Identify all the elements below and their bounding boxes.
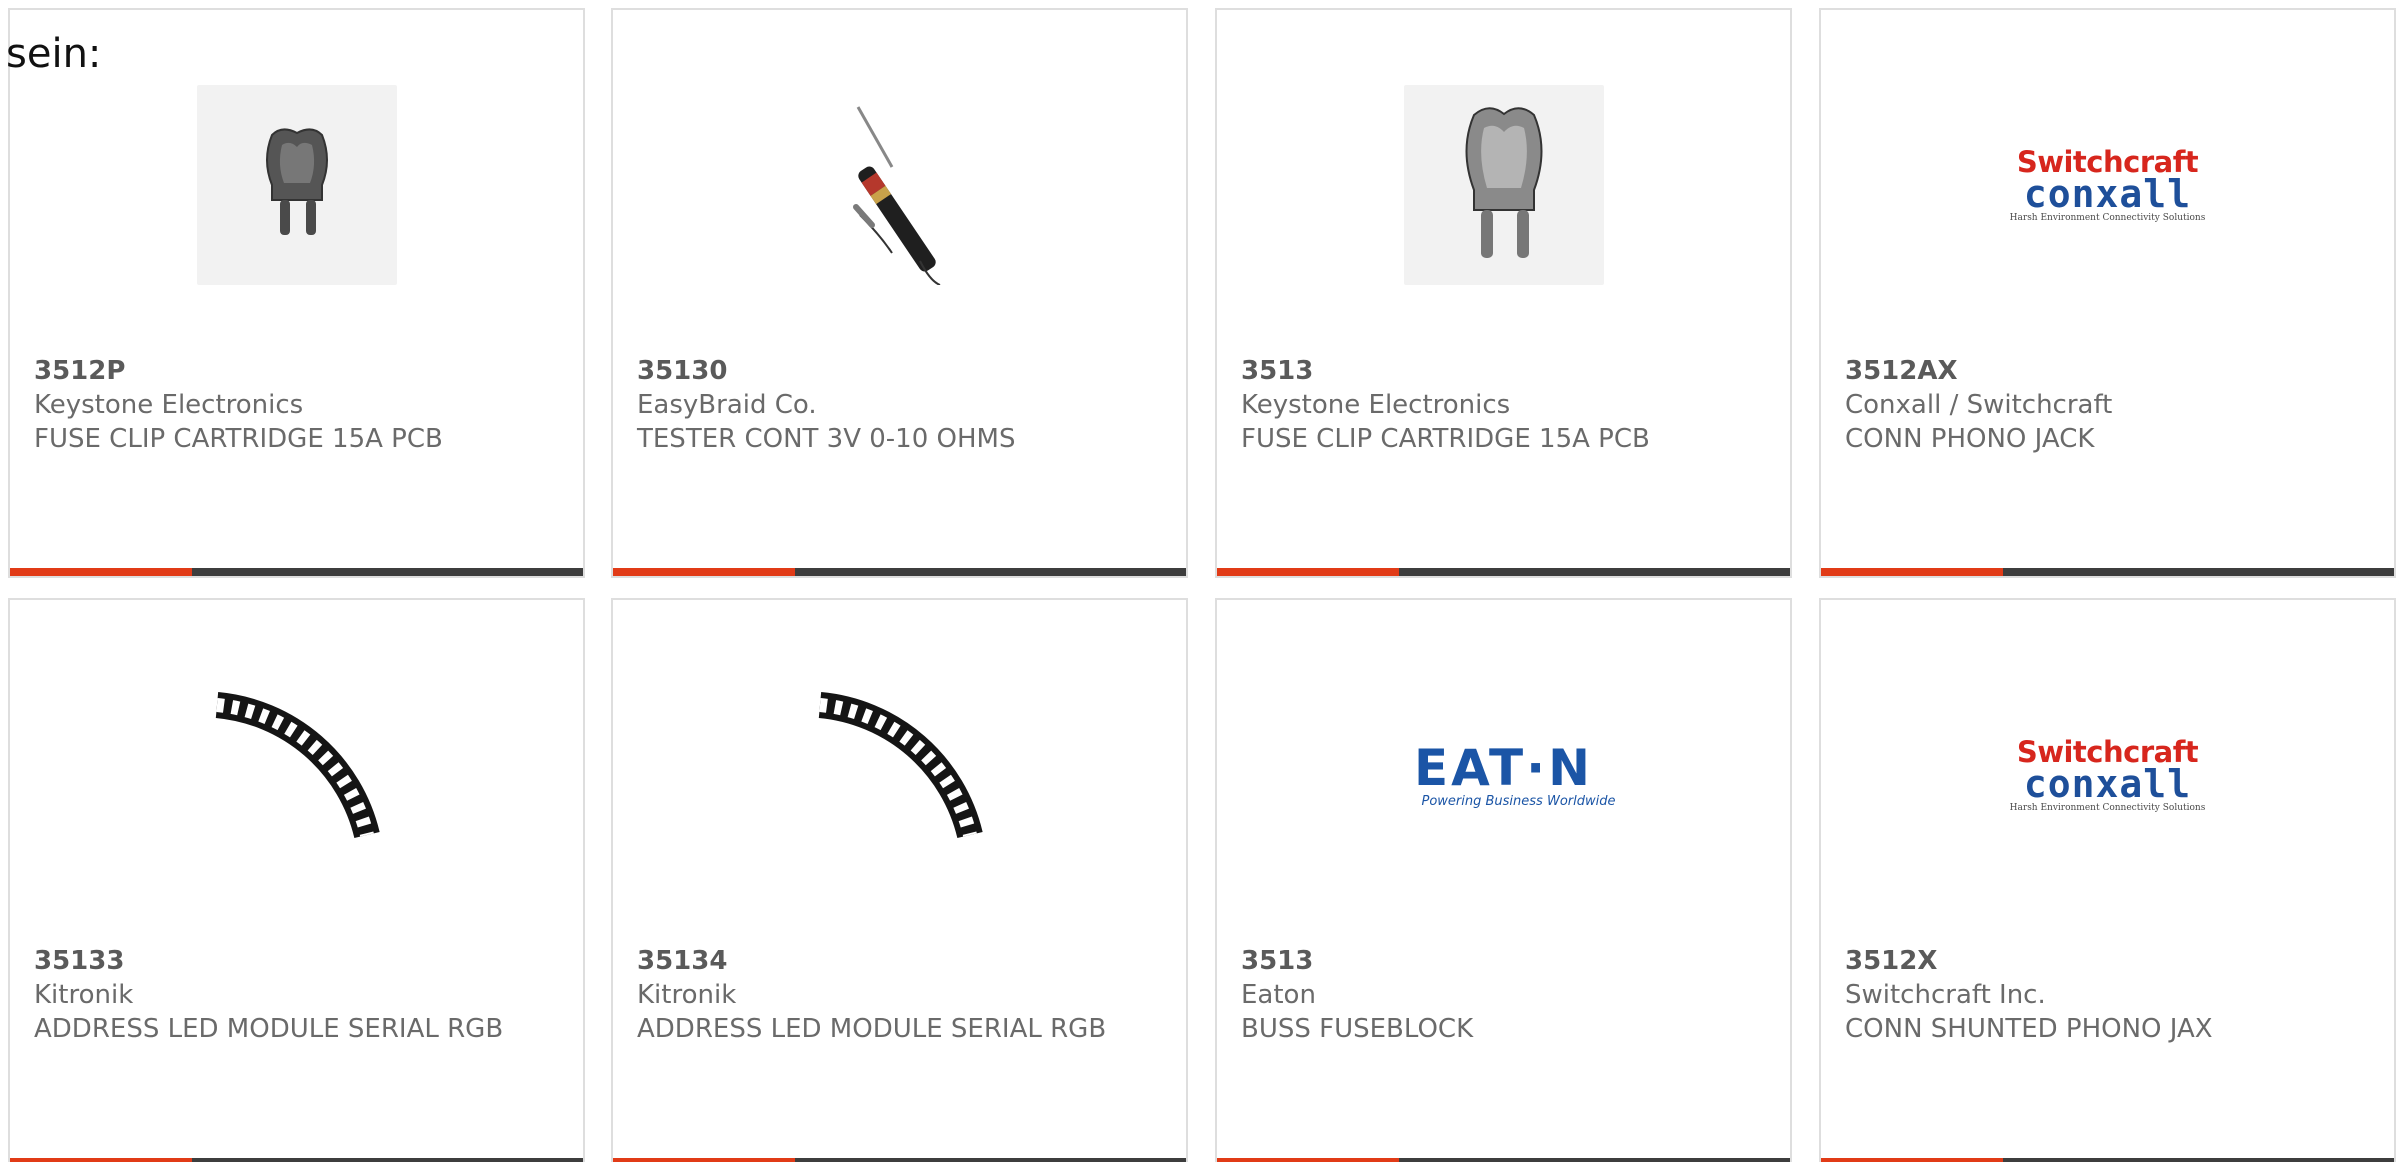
led-ring-quarter-image: [215, 692, 380, 839]
led-ring-quarter-image: [818, 692, 983, 839]
product-image-area[interactable]: Switchcraft conxall Harsh Environment Co…: [1821, 70, 2394, 300]
leading-text: sein:: [6, 31, 102, 77]
product-card[interactable]: Switchcraft conxall Harsh Environment Co…: [1819, 598, 2396, 1162]
card-footer-bar: [10, 568, 583, 576]
product-image-area[interactable]: [613, 660, 1186, 890]
manufacturer: EasyBraid Co.: [637, 390, 817, 420]
product-description: FUSE CLIP CARTRIDGE 15A PCB: [1241, 424, 1650, 454]
card-footer-bar: [1217, 568, 1790, 576]
continuity-tester-image: [852, 106, 940, 285]
card-footer-accent: [10, 1158, 192, 1162]
part-number[interactable]: 3512AX: [1845, 354, 2374, 388]
part-number[interactable]: 35133: [34, 944, 563, 978]
product-card[interactable]: EAT·N Powering Business Worldwide 3513 E…: [1215, 598, 1792, 1162]
manufacturer: Kitronik: [637, 980, 737, 1010]
card-footer-accent: [1821, 568, 2003, 576]
product-description: BUSS FUSEBLOCK: [1241, 1014, 1474, 1044]
card-footer-bar: [613, 1158, 1186, 1162]
logo-tagline: Harsh Environment Connectivity Solutions: [2009, 802, 2206, 813]
product-card[interactable]: 35133 Kitronik ADDRESS LED MODULE SERIAL…: [8, 598, 585, 1162]
card-footer-accent: [613, 1158, 795, 1162]
product-image-area[interactable]: [10, 660, 583, 890]
card-footer-bar: [1821, 1158, 2394, 1162]
part-number[interactable]: 3513: [1241, 354, 1770, 388]
card-footer-accent: [1217, 1158, 1399, 1162]
eaton-tagline: Powering Business Worldwide: [1421, 793, 1616, 809]
product-image-area[interactable]: Switchcraft conxall Harsh Environment Co…: [1821, 660, 2394, 890]
eaton-logo: EAT·N Powering Business Worldwide: [1392, 738, 1616, 809]
part-number[interactable]: 3512X: [1845, 944, 2374, 978]
part-number[interactable]: 3513: [1241, 944, 1770, 978]
manufacturer: Kitronik: [34, 980, 134, 1010]
conxall-logo-text: conxall: [2023, 171, 2192, 216]
manufacturer: Keystone Electronics: [1241, 390, 1511, 420]
product-description: FUSE CLIP CARTRIDGE 15A PCB: [34, 424, 443, 454]
product-description: ADDRESS LED MODULE SERIAL RGB: [637, 1014, 1107, 1044]
part-number[interactable]: 35134: [637, 944, 1166, 978]
manufacturer: Keystone Electronics: [34, 390, 304, 420]
switchcraft-conxall-logo: Switchcraft conxall Harsh Environment Co…: [2005, 147, 2211, 223]
conxall-logo-text: conxall: [2023, 761, 2192, 806]
manufacturer: Eaton: [1241, 980, 1316, 1010]
product-card[interactable]: Switchcraft conxall Harsh Environment Co…: [1819, 8, 2396, 578]
product-card[interactable]: 3513 Keystone Electronics FUSE CLIP CART…: [1215, 8, 1792, 578]
product-image-area[interactable]: [10, 70, 583, 300]
product-card[interactable]: 35134 Kitronik ADDRESS LED MODULE SERIAL…: [611, 598, 1188, 1162]
manufacturer: Switchcraft Inc.: [1845, 980, 2046, 1010]
product-image-area[interactable]: EAT·N Powering Business Worldwide: [1217, 660, 1790, 890]
fuse-clip-image: [196, 85, 397, 285]
card-footer-bar: [613, 568, 1186, 576]
product-card[interactable]: 35130 EasyBraid Co. TESTER CONT 3V 0-10 …: [611, 8, 1188, 578]
part-number[interactable]: 3512P: [34, 354, 563, 388]
product-description: ADDRESS LED MODULE SERIAL RGB: [34, 1014, 504, 1044]
card-footer-bar: [10, 1158, 583, 1162]
part-number[interactable]: 35130: [637, 354, 1166, 388]
switchcraft-conxall-logo: Switchcraft conxall Harsh Environment Co…: [2005, 737, 2211, 813]
manufacturer: Conxall / Switchcraft: [1845, 390, 2113, 420]
product-card[interactable]: 3512P Keystone Electronics FUSE CLIP CAR…: [8, 8, 585, 578]
fuse-clip-image: [1403, 85, 1604, 285]
product-description: CONN SHUNTED PHONO JAX: [1845, 1014, 2213, 1044]
product-image-area[interactable]: [613, 70, 1186, 300]
logo-tagline: Harsh Environment Connectivity Solutions: [2009, 212, 2206, 223]
card-footer-accent: [1821, 1158, 2003, 1162]
product-grid-page: sein: 3512P Keystone Electronics FUSE CL…: [0, 0, 2400, 1162]
card-footer-bar: [1217, 1158, 1790, 1162]
product-image-area[interactable]: [1217, 70, 1790, 300]
product-description: TESTER CONT 3V 0-10 OHMS: [637, 424, 1016, 454]
card-footer-bar: [1821, 568, 2394, 576]
product-description: CONN PHONO JACK: [1845, 424, 2095, 454]
card-footer-accent: [613, 568, 795, 576]
eaton-logo-text: EAT·N: [1414, 738, 1593, 797]
card-footer-accent: [10, 568, 192, 576]
card-footer-accent: [1217, 568, 1399, 576]
